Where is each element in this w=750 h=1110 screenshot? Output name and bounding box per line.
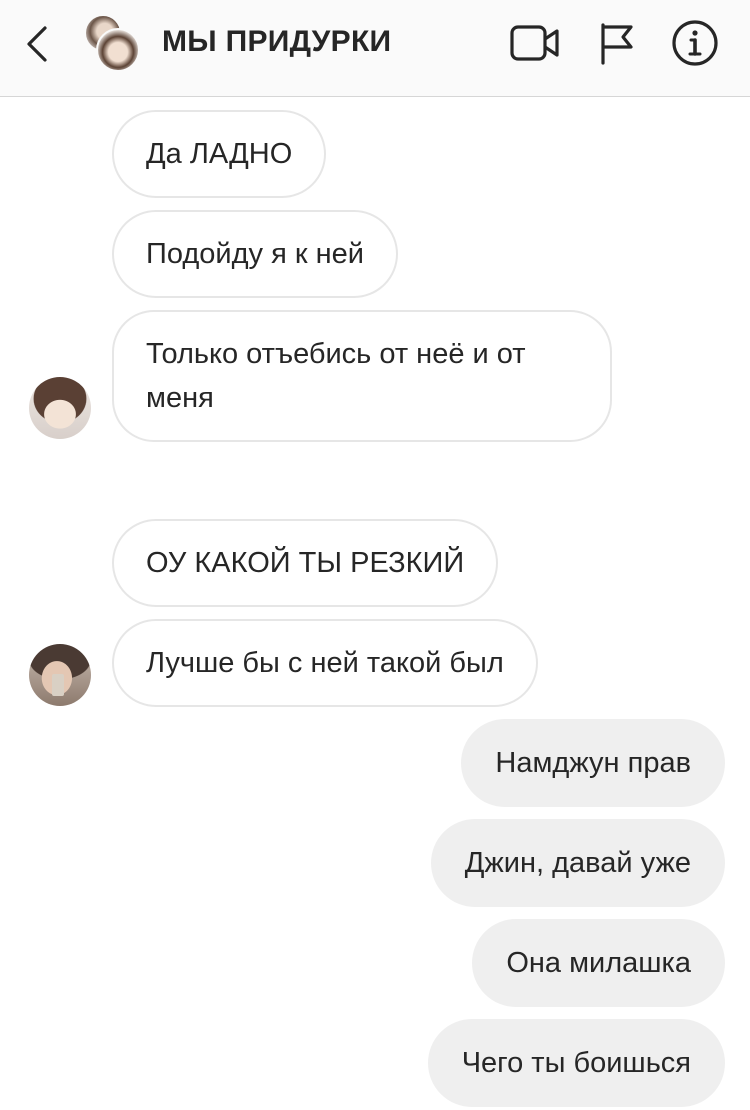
chevron-left-icon xyxy=(27,26,47,62)
sender-avatar[interactable] xyxy=(29,644,91,706)
chat-title[interactable]: МЫ ПРИДУРКИ xyxy=(162,22,391,62)
chat-header: МЫ ПРИДУРКИ xyxy=(0,0,750,97)
message-bubble[interactable]: Подойду я к ней xyxy=(112,210,398,298)
message-bubble[interactable]: Джин, давай уже xyxy=(430,819,725,907)
message-bubble[interactable]: Да ЛАДНО xyxy=(112,110,327,198)
sender-avatar[interactable] xyxy=(29,377,91,439)
report-button[interactable] xyxy=(590,18,644,68)
message-bubble[interactable]: Намджун прав xyxy=(461,719,725,807)
message-bubble[interactable]: Лучше бы с ней такой был xyxy=(112,619,538,707)
flag-icon xyxy=(601,23,633,65)
info-icon xyxy=(672,20,718,66)
message-bubble[interactable]: ОУ КАКОЙ ТЫ РЕЗКИЙ xyxy=(112,519,499,607)
chat-screen: МЫ ПРИДУРКИ Да ЛАДНО Подойду я к ней Тол… xyxy=(0,0,750,1110)
message-bubble[interactable]: Только отъебись от неё и от меня xyxy=(112,310,612,442)
message-bubble[interactable]: Чего ты боишься xyxy=(427,1019,725,1107)
back-button[interactable] xyxy=(22,24,52,64)
video-call-button[interactable] xyxy=(508,18,562,68)
info-button[interactable] xyxy=(668,18,722,68)
message-bubble[interactable]: Она милашка xyxy=(472,919,725,1007)
video-camera-icon xyxy=(510,25,559,61)
group-member-avatar xyxy=(96,28,140,72)
group-avatar[interactable] xyxy=(82,14,142,72)
